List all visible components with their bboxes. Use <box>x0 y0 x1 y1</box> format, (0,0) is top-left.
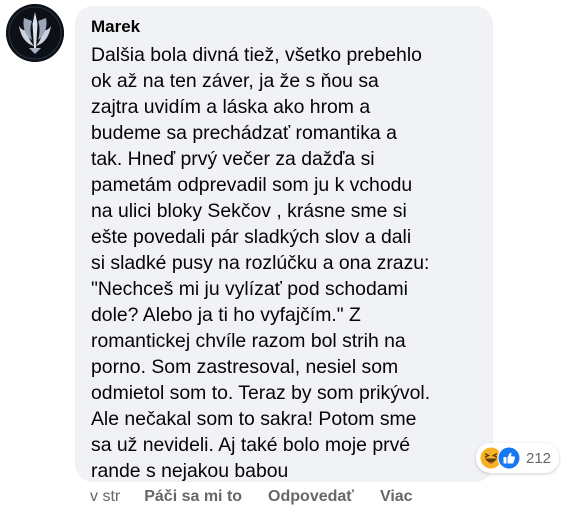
jedi-order-icon <box>6 4 64 62</box>
comment-bubble: Marek Dalšia bola divná tiež, všetko pre… <box>75 6 493 482</box>
comment-actions: v str Páči sa mi to Odpovedať Viac <box>90 488 439 506</box>
comment-text: Dalšia bola divná tiež, všetko prebehlo … <box>91 44 431 482</box>
comment-author[interactable]: Marek <box>91 15 481 39</box>
like-icon <box>497 446 521 470</box>
reaction-summary[interactable]: 212 <box>476 443 560 473</box>
reply-button[interactable]: Odpovedať <box>268 488 354 506</box>
like-button[interactable]: Páči sa mi to <box>144 488 242 506</box>
more-button[interactable]: Viac <box>380 488 413 506</box>
reaction-count: 212 <box>526 449 552 467</box>
avatar[interactable] <box>6 4 64 62</box>
timestamp-link[interactable]: v str <box>90 488 120 506</box>
